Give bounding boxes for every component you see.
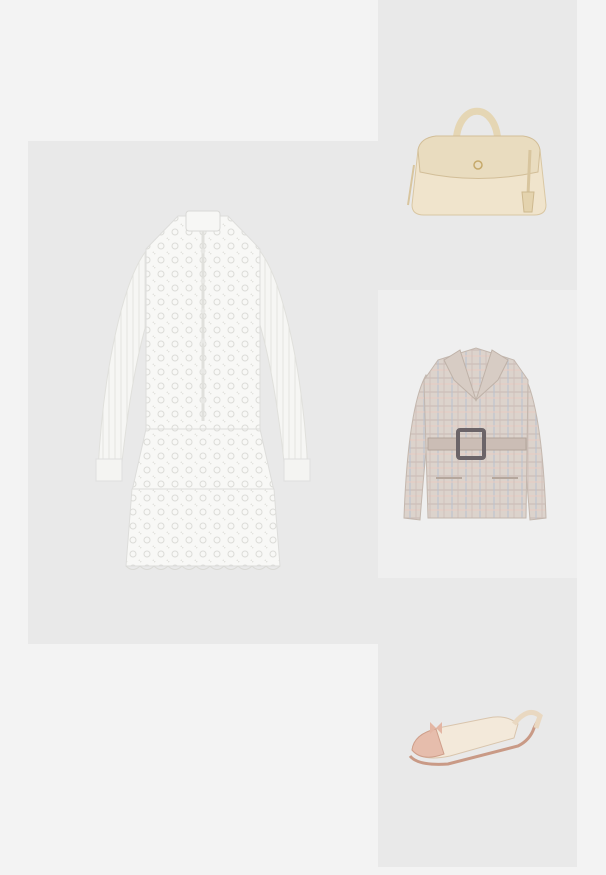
- handbag-icon: [407, 107, 547, 216]
- plaid-blazer-icon: [403, 347, 547, 521]
- shoe-product-card[interactable]: [378, 578, 577, 867]
- lace-dress-icon: [95, 210, 311, 570]
- slingback-flat-icon: [408, 709, 543, 766]
- blazer-product-card[interactable]: [378, 290, 577, 578]
- handbag-product-card[interactable]: [378, 0, 577, 290]
- dress-product-card[interactable]: [28, 141, 378, 644]
